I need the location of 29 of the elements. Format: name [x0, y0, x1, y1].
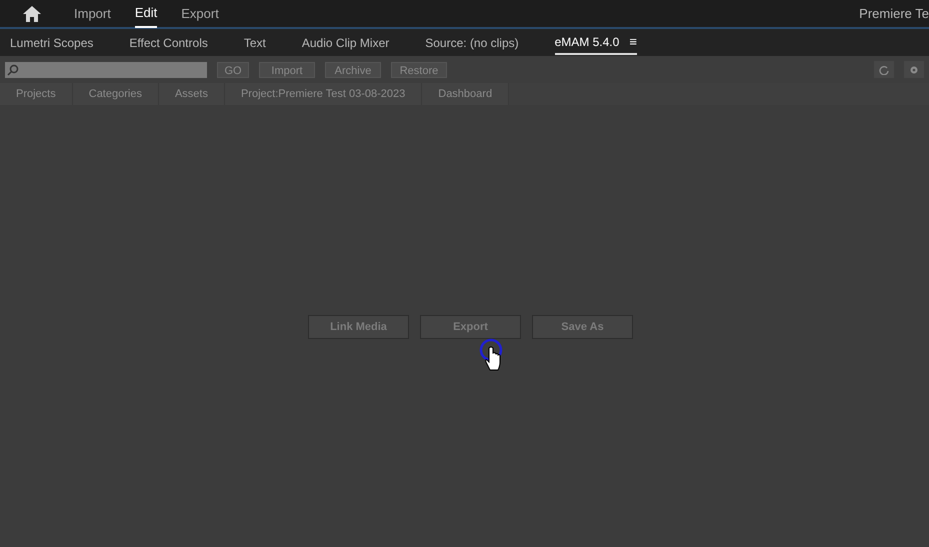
search-icon — [7, 64, 19, 76]
action-button[interactable]: Export — [420, 315, 521, 339]
sub-tab[interactable]: Project:Premiere Test 03-08-2023 — [224, 83, 422, 105]
project-title: Premiere Te — [859, 4, 929, 23]
panel-tab[interactable]: Effect Controls — [129, 30, 208, 54]
action-button[interactable]: Save As — [532, 315, 633, 339]
settings-icon — [909, 64, 919, 74]
panel-tab[interactable]: Lumetri Scopes — [10, 30, 94, 54]
nav-tab[interactable]: Import — [74, 0, 111, 28]
panel-tab[interactable]: Source: (no clips) — [425, 30, 519, 54]
search-field[interactable] — [5, 62, 207, 78]
refresh-icon — [879, 64, 889, 74]
panel-tab[interactable]: Text — [244, 30, 266, 54]
panel-tab[interactable]: Audio Clip Mixer — [302, 30, 390, 54]
toolbar-button[interactable]: Archive — [325, 62, 381, 78]
refresh-button[interactable] — [874, 61, 894, 78]
home-icon[interactable] — [22, 4, 42, 22]
sub-tab[interactable]: Dashboard — [422, 83, 510, 105]
sub-tab[interactable]: Assets — [158, 83, 225, 105]
nav-tab[interactable]: Export — [181, 0, 219, 28]
toolbar-button[interactable]: Import — [259, 62, 315, 78]
action-button[interactable]: Link Media — [308, 315, 409, 339]
toolbar-button[interactable]: Restore — [391, 62, 447, 78]
panel-menu[interactable]: ≡ — [629, 32, 637, 52]
sub-tab[interactable]: Projects — [0, 83, 73, 105]
toolbar-button[interactable]: GO — [217, 62, 249, 78]
settings-button[interactable] — [904, 61, 924, 78]
mouse-cursor-icon — [478, 338, 504, 372]
sub-tab[interactable]: Categories — [72, 83, 159, 105]
